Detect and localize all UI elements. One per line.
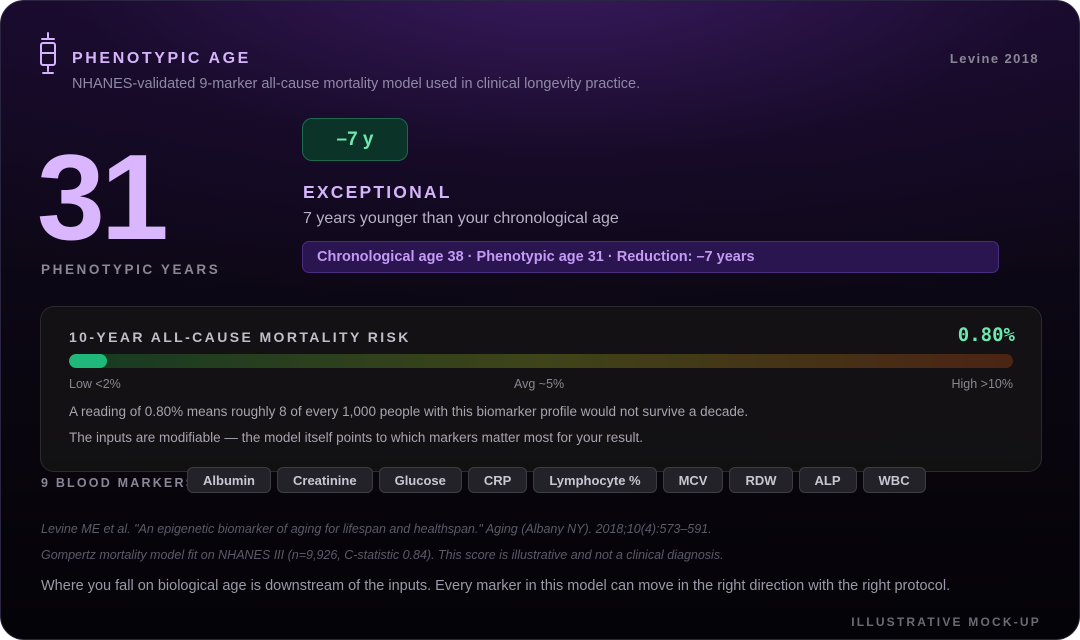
marker-chip-lymphocyte: Lymphocyte % — [533, 467, 657, 493]
marker-chip-glucose: Glucose — [378, 467, 462, 493]
citation-methodology: Gompertz mortality model fit on NHANES I… — [41, 548, 724, 562]
age-delta-badge: –7 y — [302, 118, 408, 161]
footer-text: Where you fall on biological age is down… — [41, 578, 951, 594]
marker-chip-wbc: WBC — [862, 467, 926, 493]
risk-value: 0.80% — [957, 324, 1015, 346]
scale-low-label: Low <2% — [69, 377, 121, 391]
risk-note: A reading of 0.80% means roughly 8 of ev… — [69, 404, 749, 419]
marker-chip-list: Albumin Creatinine Glucose CRP Lymphocyt… — [187, 467, 932, 493]
marker-chip-albumin: Albumin — [187, 467, 271, 493]
markers-label: 9 BLOOD MARKERS — [41, 476, 197, 490]
result-description: 7 years younger than your chronological … — [303, 210, 619, 227]
marker-chip-mcv: MCV — [662, 467, 724, 493]
risk-bar-track — [69, 354, 1013, 368]
page-title: PHENOTYPIC AGE — [72, 50, 251, 67]
age-summary-banner: Chronological age 38 · Phenotypic age 31… — [302, 241, 999, 273]
result-tier: EXCEPTIONAL — [303, 182, 452, 202]
risk-bar-fill — [69, 354, 107, 368]
marker-chip-creatinine: Creatinine — [277, 467, 373, 493]
phenotypic-age-label: PHENOTYPIC YEARS — [41, 262, 221, 277]
phenotypic-age-card: PHENOTYPIC AGE NHANES-validated 9-marker… — [0, 0, 1080, 640]
marker-chip-alp: ALP — [798, 467, 857, 493]
phenotypic-age-value: 31 — [37, 129, 169, 265]
reference-label: Levine 2018 — [949, 51, 1039, 66]
scale-high-label: High >10% — [951, 377, 1014, 391]
page-subtitle: NHANES-validated 9-marker all-cause mort… — [72, 76, 641, 92]
test-tube-icon — [40, 32, 56, 74]
risk-note-secondary: The inputs are modifiable — the model it… — [69, 430, 643, 445]
citation-primary: Levine ME et al. "An epigenetic biomarke… — [41, 522, 712, 536]
scale-avg-label: Avg ~5% — [514, 377, 565, 391]
mortality-risk-panel: 10-YEAR ALL-CAUSE MORTALITY RISK 0.80% L… — [40, 306, 1042, 472]
mockup-badge: ILLUSTRATIVE MOCK-UP — [851, 615, 1041, 629]
marker-chip-crp: CRP — [467, 467, 528, 493]
marker-chip-rdw: RDW — [729, 467, 793, 493]
risk-title: 10-YEAR ALL-CAUSE MORTALITY RISK — [69, 329, 411, 345]
